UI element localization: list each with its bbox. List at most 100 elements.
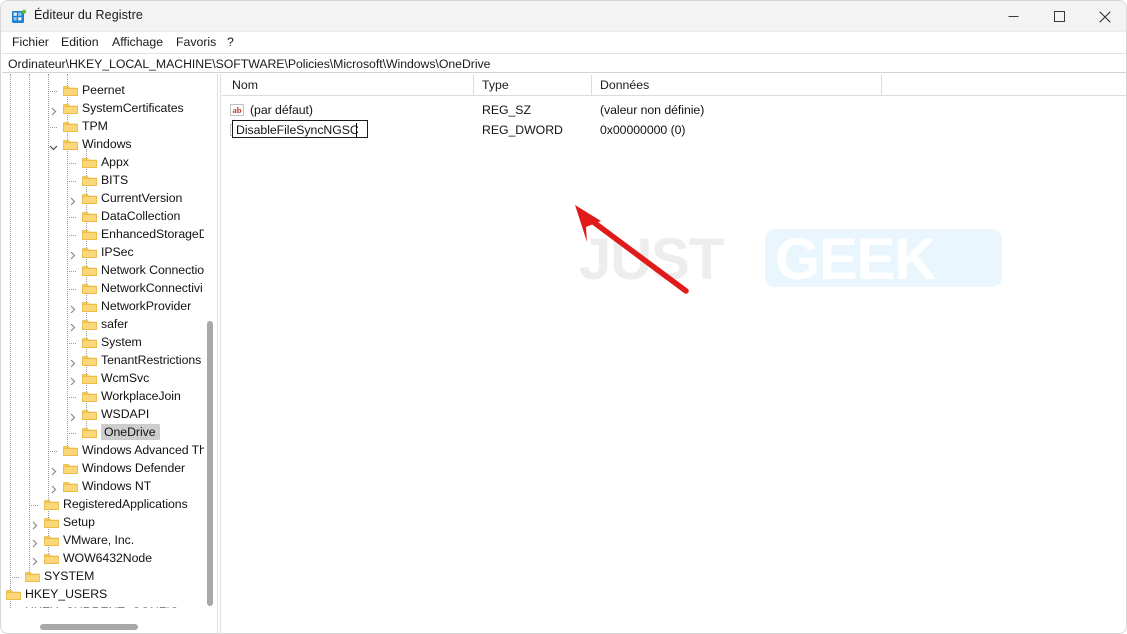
tree-item-systemcertificates[interactable]: SystemCertificates bbox=[2, 100, 207, 118]
menu-item-affichage[interactable]: Affichage bbox=[109, 34, 166, 50]
tree-item-label: System bbox=[101, 335, 142, 349]
folder-icon bbox=[63, 445, 78, 457]
tree-item-label: WSDAPI bbox=[101, 407, 150, 421]
tree-item-windows-nt[interactable]: Windows NT bbox=[2, 478, 207, 496]
column-divider[interactable] bbox=[591, 75, 592, 95]
regedit-window: Éditeur du Registre Fichier Edition Affich… bbox=[0, 0, 1127, 634]
name-edit-box[interactable]: DisableFileSyncNGSC bbox=[232, 120, 368, 138]
tree-item-wcmsvc[interactable]: WcmSvc bbox=[2, 370, 207, 388]
chevron-right-icon[interactable] bbox=[68, 411, 77, 422]
tree-item-network-connectio[interactable]: Network Connectio bbox=[2, 262, 207, 280]
chevron-right-icon[interactable] bbox=[68, 321, 77, 332]
tree-item-wow6432node[interactable]: WOW6432Node bbox=[2, 550, 207, 568]
tree-horizontal-scrollbar[interactable] bbox=[2, 621, 207, 632]
chevron-right-icon[interactable] bbox=[68, 249, 77, 260]
tree-item-windows[interactable]: Windows bbox=[2, 136, 207, 154]
tree-item-label: safer bbox=[101, 317, 129, 331]
folder-icon bbox=[82, 391, 97, 403]
tree-item-ipsec[interactable]: IPSec bbox=[2, 244, 207, 262]
registry-path: Ordinateur\HKEY_LOCAL_MACHINE\SOFTWARE\P… bbox=[8, 57, 491, 71]
table-row[interactable]: ab (par défaut) REG_SZ (valeur non défin… bbox=[222, 100, 1126, 120]
watermark-text-secondary: GEEK bbox=[775, 227, 936, 292]
tree-item-datacollection[interactable]: DataCollection bbox=[2, 208, 207, 226]
menu-item-favoris[interactable]: Favoris bbox=[173, 34, 219, 50]
table-row[interactable]: 011 100 DisableFileSyncNGSC REG_DWORD 0x… bbox=[222, 120, 1126, 140]
close-button[interactable] bbox=[1082, 1, 1126, 32]
column-header-data[interactable]: Données bbox=[600, 78, 649, 92]
pane-splitter[interactable] bbox=[217, 74, 221, 633]
chevron-right-icon[interactable] bbox=[30, 555, 39, 566]
chevron-down-icon[interactable] bbox=[49, 141, 58, 151]
tree-item-windows-advanced-th[interactable]: Windows Advanced Th bbox=[2, 442, 207, 460]
tree-item-label: WorkplaceJoin bbox=[101, 389, 181, 403]
tree-item-windows-defender[interactable]: Windows Defender bbox=[2, 460, 207, 478]
tree-connector bbox=[69, 163, 76, 165]
tree-item-enhancedstoragede[interactable]: EnhancedStorageDe bbox=[2, 226, 207, 244]
tree-item-hkey-current-config[interactable]: HKEY_CURRENT_CONFIG bbox=[2, 604, 207, 608]
tree-horizontal-scroll-thumb[interactable] bbox=[40, 624, 138, 630]
tree-item-system[interactable]: System bbox=[2, 334, 207, 352]
title-bar: Éditeur du Registre bbox=[1, 1, 1126, 32]
tree-vertical-scroll-thumb[interactable] bbox=[207, 321, 213, 606]
tree-item-label: HKEY_USERS bbox=[25, 587, 108, 601]
minimize-button[interactable] bbox=[990, 1, 1036, 32]
column-header-name[interactable]: Nom bbox=[232, 78, 258, 92]
tree-connector bbox=[50, 91, 57, 93]
address-bar[interactable]: Ordinateur\HKEY_LOCAL_MACHINE\SOFTWARE\P… bbox=[2, 53, 1126, 73]
chevron-right-icon[interactable] bbox=[49, 105, 58, 116]
watermark-badge bbox=[765, 229, 1002, 287]
tree-connector bbox=[69, 433, 76, 435]
chevron-right-icon[interactable] bbox=[68, 357, 77, 368]
tree-item-networkprovider[interactable]: NetworkProvider bbox=[2, 298, 207, 316]
tree-connector bbox=[69, 217, 76, 219]
tree-item-workplacejoin[interactable]: WorkplaceJoin bbox=[2, 388, 207, 406]
chevron-right-icon[interactable] bbox=[30, 519, 39, 530]
tree-item-hkey-users[interactable]: HKEY_USERS bbox=[2, 586, 207, 604]
tree-item-label: WOW6432Node bbox=[63, 551, 152, 565]
menu-item-fichier[interactable]: Fichier bbox=[9, 34, 52, 50]
tree-item-tpm[interactable]: TPM bbox=[2, 118, 207, 136]
tree-item-registeredapplications[interactable]: RegisteredApplications bbox=[2, 496, 207, 514]
text-caret bbox=[356, 123, 357, 137]
column-divider[interactable] bbox=[473, 75, 474, 95]
watermark-text-primary: JUST bbox=[579, 227, 724, 292]
chevron-right-icon[interactable] bbox=[68, 375, 77, 386]
column-divider[interactable] bbox=[881, 75, 882, 95]
column-header-type[interactable]: Type bbox=[482, 78, 509, 92]
folder-icon bbox=[6, 607, 21, 608]
chevron-right-icon[interactable] bbox=[49, 465, 58, 476]
tree-item-setup[interactable]: Setup bbox=[2, 514, 207, 532]
chevron-right-icon[interactable] bbox=[68, 303, 77, 314]
tree-item-label: EnhancedStorageDe bbox=[101, 227, 207, 241]
value-name: (par défaut) bbox=[250, 103, 313, 117]
folder-icon bbox=[82, 355, 97, 367]
tree-item-bits[interactable]: BITS bbox=[2, 172, 207, 190]
tree-item-system[interactable]: SYSTEM bbox=[2, 568, 207, 586]
tree-item-tenantrestrictions[interactable]: TenantRestrictions bbox=[2, 352, 207, 370]
chevron-right-icon[interactable] bbox=[68, 195, 77, 206]
tree-item-vmware-inc-[interactable]: VMware, Inc. bbox=[2, 532, 207, 550]
folder-icon bbox=[82, 337, 97, 349]
tree-item-label: TPM bbox=[82, 119, 108, 133]
tree-item-safer[interactable]: safer bbox=[2, 316, 207, 334]
registry-tree[interactable]: Peernet SystemCertificates TPM Windows Appx B… bbox=[2, 74, 207, 608]
menu-item-[interactable]: ? bbox=[224, 34, 237, 50]
tree-connector bbox=[69, 235, 76, 237]
tree-item-networkconnectivi[interactable]: NetworkConnectivi bbox=[2, 280, 207, 298]
folder-icon bbox=[25, 571, 40, 583]
tree-item-onedrive[interactable]: OneDrive bbox=[2, 424, 207, 442]
tree-item-appx[interactable]: Appx bbox=[2, 154, 207, 172]
tree-item-wsdapi[interactable]: WSDAPI bbox=[2, 406, 207, 424]
tree-item-label: DataCollection bbox=[101, 209, 181, 223]
tree-item-currentversion[interactable]: CurrentVersion bbox=[2, 190, 207, 208]
tree-item-label: WcmSvc bbox=[101, 371, 150, 385]
tree-item-peernet[interactable]: Peernet bbox=[2, 82, 207, 100]
registry-tree-pane: Peernet SystemCertificates TPM Windows Appx B… bbox=[2, 74, 217, 633]
menu-item-edition[interactable]: Edition bbox=[58, 34, 102, 50]
chevron-right-icon[interactable] bbox=[49, 483, 58, 494]
tree-item-label: Windows Advanced Th bbox=[82, 443, 206, 457]
maximize-button[interactable] bbox=[1036, 1, 1082, 32]
chevron-right-icon[interactable] bbox=[30, 537, 39, 548]
tree-vertical-scrollbar[interactable] bbox=[204, 74, 215, 608]
folder-icon bbox=[44, 499, 59, 511]
